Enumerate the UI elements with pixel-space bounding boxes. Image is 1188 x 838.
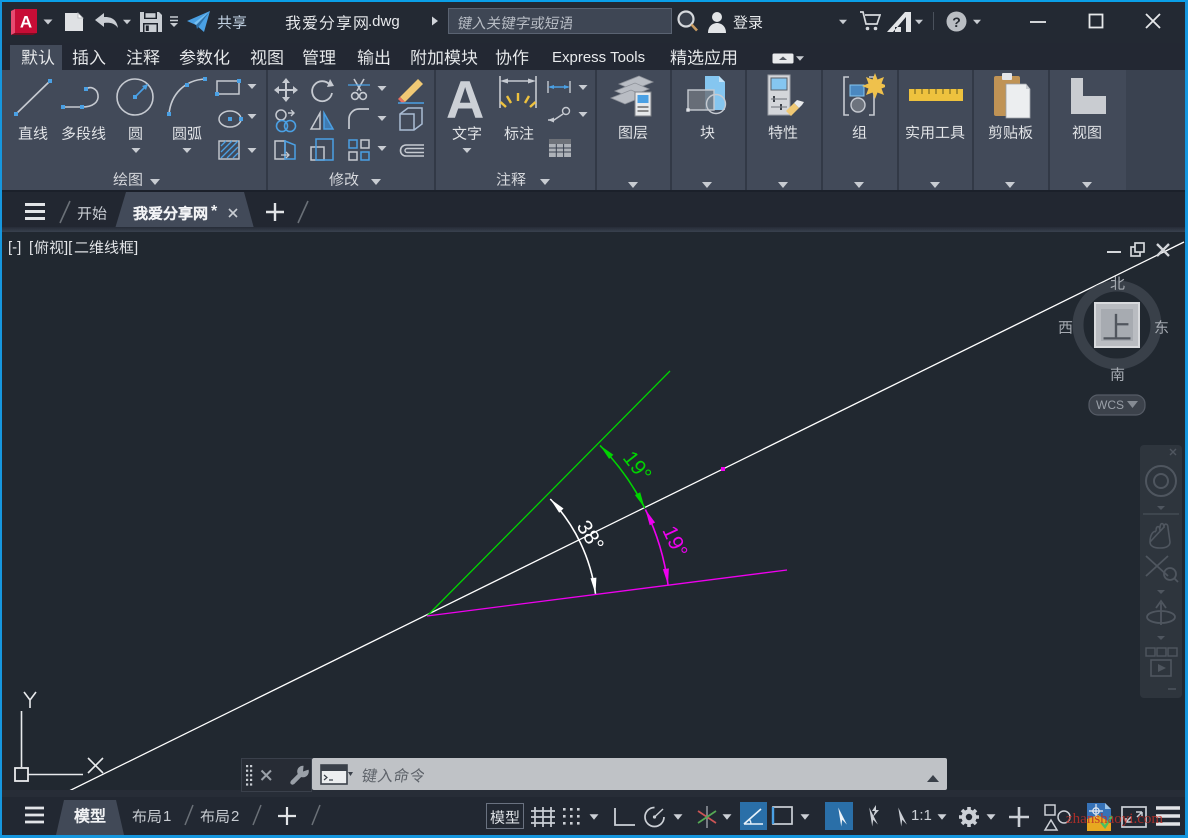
- svg-text:19°: 19°: [618, 447, 656, 486]
- svg-text:?: ?: [952, 14, 961, 30]
- svg-text:38°: 38°: [572, 516, 608, 555]
- svg-text:A: A: [20, 13, 32, 32]
- svg-text:WCS: WCS: [1096, 398, 1124, 412]
